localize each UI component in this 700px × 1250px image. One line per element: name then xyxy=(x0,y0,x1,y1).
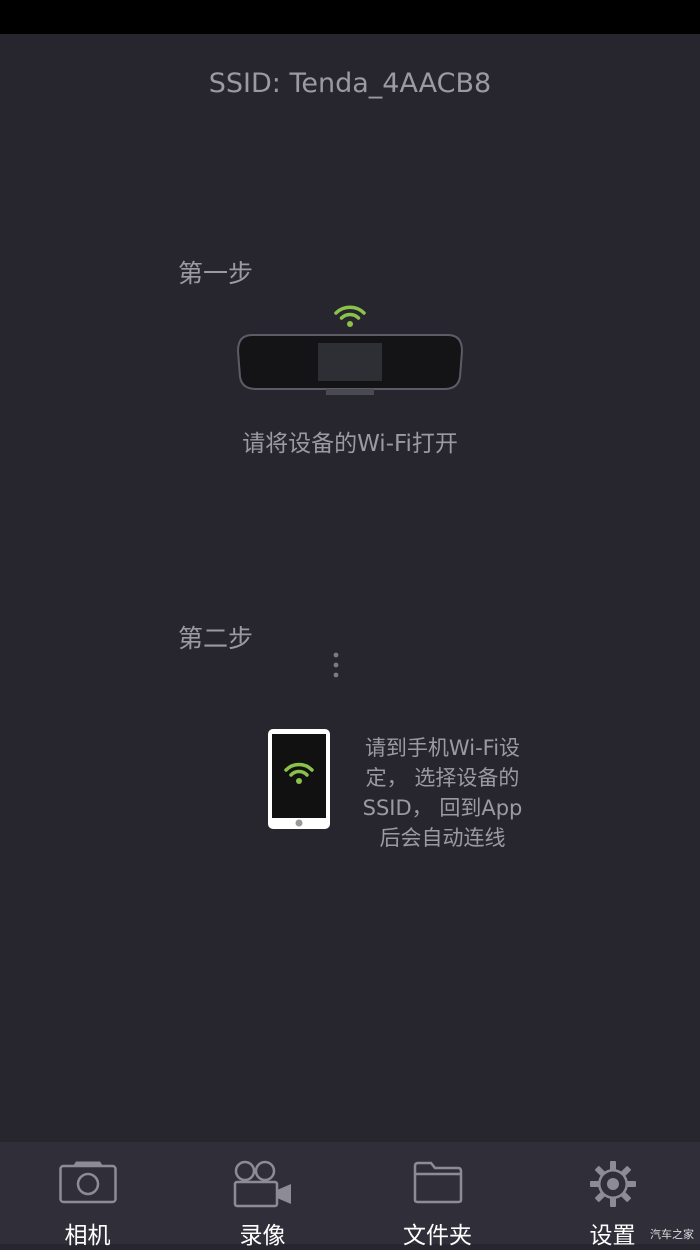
wifi-icon xyxy=(334,305,366,327)
step1-instruction: 请将设备的Wi-Fi打开 xyxy=(242,431,458,457)
step2-line-3: SSID， 回到App xyxy=(362,796,523,820)
step2-line-1: 请到手机Wi-Fi设 xyxy=(364,736,521,760)
step2-line-2: 定， 选择设备的 xyxy=(365,766,520,790)
tab-folder-label: 文件夹 xyxy=(403,1223,472,1249)
tab-video-label: 录像 xyxy=(239,1223,286,1249)
step1-title: 第一步 xyxy=(178,259,254,288)
tab-bar: 相机 录像 文件夹 设置 xyxy=(0,1142,700,1249)
ssid-label: SSID: Tenda_4AACB8 xyxy=(208,68,492,99)
phone-icon xyxy=(268,729,330,829)
step2-instruction: 请到手机Wi-Fi设 定， 选择设备的 SSID， 回到App 后会自动连线 xyxy=(345,733,540,853)
step2-line-4: 后会自动连线 xyxy=(379,826,506,850)
more-dots-icon xyxy=(333,652,339,678)
folder-icon xyxy=(413,1161,462,1204)
step2-title: 第二步 xyxy=(178,624,254,653)
tab-camera-label: 相机 xyxy=(64,1223,111,1249)
watermark: 汽车之家 xyxy=(650,1228,694,1241)
tab-camera[interactable]: 相机 xyxy=(0,1142,175,1249)
dashcam-mirror-icon xyxy=(236,334,464,395)
video-camera-icon xyxy=(233,1160,291,1208)
status-bar xyxy=(0,0,700,34)
camera-icon xyxy=(58,1161,117,1204)
gear-icon xyxy=(589,1161,636,1207)
tab-video[interactable]: 录像 xyxy=(175,1142,350,1249)
tab-folder[interactable]: 文件夹 xyxy=(350,1142,525,1249)
